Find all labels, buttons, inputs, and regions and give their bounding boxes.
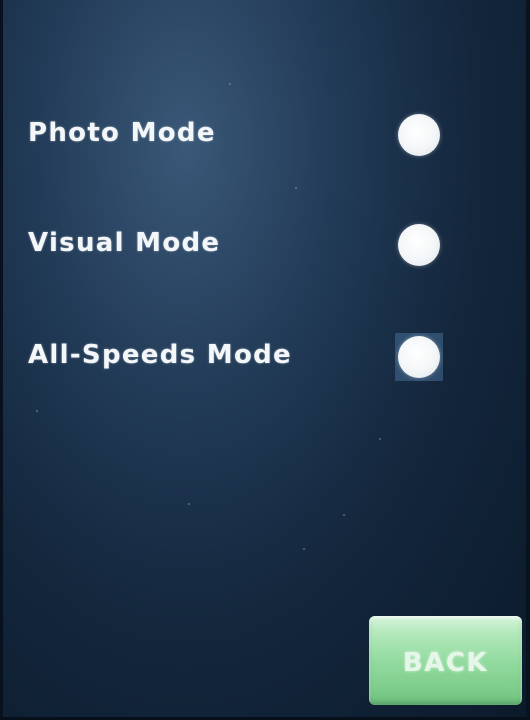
screen-speck <box>379 438 381 440</box>
screen-speck <box>36 410 38 412</box>
screen-speck <box>303 548 305 550</box>
screen-speck <box>295 187 297 189</box>
all-speeds-mode-radio[interactable] <box>398 336 440 378</box>
screen-speck <box>188 503 190 505</box>
screen-speck <box>229 83 231 85</box>
back-button[interactable]: BACK <box>369 616 522 705</box>
mode-row-visual: Visual Mode <box>3 218 530 274</box>
all-speeds-mode-label: All-Speeds Mode <box>28 340 292 370</box>
mode-row-all-speeds: All-Speeds Mode <box>3 330 530 386</box>
mode-row-photo: Photo Mode <box>3 108 530 164</box>
photo-mode-radio[interactable] <box>398 114 440 156</box>
screen-speck <box>343 514 345 516</box>
visual-mode-radio[interactable] <box>398 224 440 266</box>
screen: Photo Mode Visual Mode All-Speeds Mode B… <box>0 0 530 720</box>
visual-mode-label: Visual Mode <box>28 228 221 258</box>
back-button-label: BACK <box>402 647 489 678</box>
photo-mode-label: Photo Mode <box>28 118 216 148</box>
